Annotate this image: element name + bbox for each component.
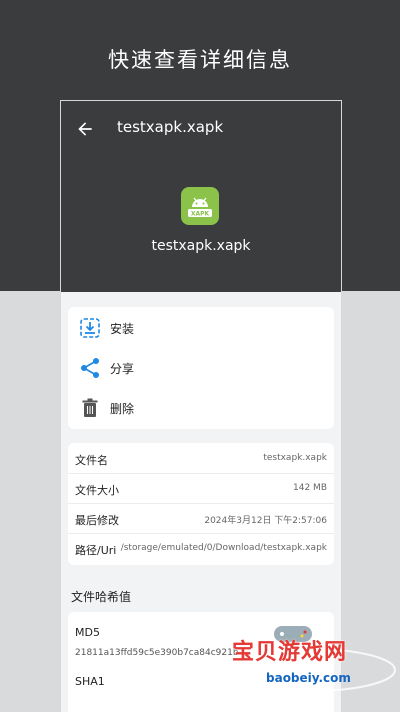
file-info-card: 文件名 testxapk.xapk 文件大小 142 MB 最后修改 2024年… bbox=[68, 443, 334, 565]
delete-label: 删除 bbox=[110, 402, 135, 416]
delete-button[interactable]: 删除 bbox=[68, 389, 334, 427]
share-button[interactable]: 分享 bbox=[68, 349, 334, 387]
share-icon bbox=[81, 358, 99, 378]
share-label: 分享 bbox=[110, 362, 135, 376]
phone-screen: testxapk.xapk XAPK testxapk.xapk 安装 分享 删… bbox=[60, 100, 342, 712]
info-key: 文件名 bbox=[75, 454, 108, 467]
info-value: 2024年3月12日 下午2:57:06 bbox=[204, 516, 327, 526]
hash-name-sha1: SHA1 bbox=[75, 675, 105, 688]
watermark-text: 宝贝游戏网 bbox=[232, 640, 348, 665]
info-row-filename: 文件名 testxapk.xapk bbox=[68, 443, 334, 474]
trash-icon bbox=[82, 398, 98, 417]
back-arrow-icon[interactable] bbox=[75, 119, 95, 139]
xapk-badge-label: XAPK bbox=[191, 211, 210, 218]
info-key: 最后修改 bbox=[75, 514, 119, 527]
actions-card: 安装 分享 删除 bbox=[68, 307, 334, 429]
file-name-heading: testxapk.xapk bbox=[151, 238, 251, 254]
android-app-icon: XAPK bbox=[181, 187, 219, 225]
watermark: 宝贝游戏网 baobeiy.com bbox=[226, 624, 396, 692]
info-value: /storage/emulated/0/Download/testxapk.xa… bbox=[120, 543, 327, 553]
install-button[interactable]: 安装 bbox=[68, 309, 334, 347]
info-row-size: 文件大小 142 MB bbox=[68, 473, 334, 504]
watermark-url: baobeiy.com bbox=[266, 671, 351, 685]
info-value: 142 MB bbox=[293, 483, 327, 493]
hash-name-md5: MD5 bbox=[75, 626, 100, 639]
hash-section-title: 文件哈希值 bbox=[71, 590, 132, 604]
info-row-path: 路径/Uri /storage/emulated/0/Download/test… bbox=[68, 533, 334, 563]
page-title: testxapk.xapk bbox=[117, 118, 224, 136]
info-key: 路径/Uri bbox=[75, 544, 117, 557]
app-bar: testxapk.xapk XAPK testxapk.xapk bbox=[61, 101, 341, 292]
headline: 快速查看详细信息 bbox=[108, 48, 292, 72]
info-row-modified: 最后修改 2024年3月12日 下午2:57:06 bbox=[68, 503, 334, 534]
install-icon bbox=[80, 318, 100, 338]
install-label: 安装 bbox=[110, 322, 135, 336]
info-value: testxapk.xapk bbox=[263, 453, 327, 463]
info-key: 文件大小 bbox=[75, 484, 119, 497]
